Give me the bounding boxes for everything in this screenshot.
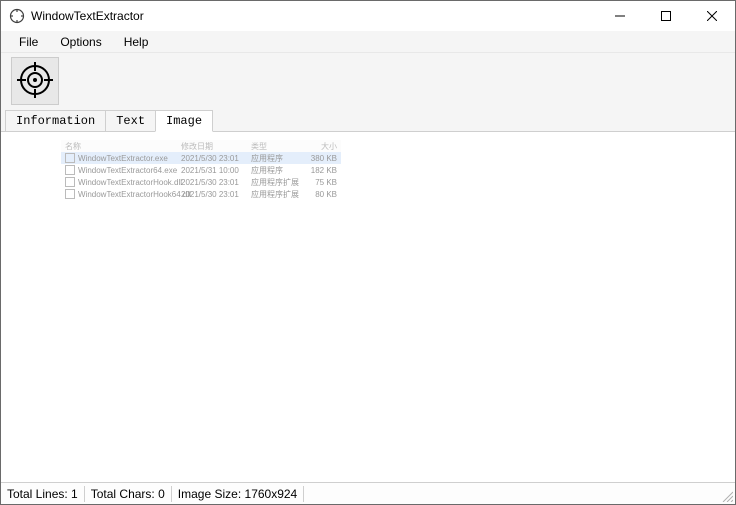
captured-row: WindowTextExtractorHook.dll2021/5/30 23:… bbox=[61, 176, 341, 188]
file-name-text: WindowTextExtractorHook.dll bbox=[78, 178, 182, 187]
window-title: WindowTextExtractor bbox=[31, 9, 144, 23]
status-image-size-label: Image Size: bbox=[178, 487, 241, 501]
captured-row: WindowTextExtractorHook64.dll2021/5/30 2… bbox=[61, 188, 341, 200]
captured-header: 名称 修改日期 类型 大小 bbox=[61, 140, 341, 152]
tab-strip: Information Text Image bbox=[1, 109, 735, 131]
file-name: WindowTextExtractorHook64.dll bbox=[61, 189, 181, 199]
resize-grip[interactable] bbox=[721, 490, 733, 502]
file-type: 应用程序 bbox=[251, 165, 301, 176]
col-header-size: 大小 bbox=[301, 141, 341, 152]
file-name-text: WindowTextExtractor64.exe bbox=[78, 166, 177, 175]
target-icon bbox=[17, 62, 53, 101]
col-header-date: 修改日期 bbox=[181, 141, 251, 152]
file-type: 应用程序扩展 bbox=[251, 189, 301, 200]
status-total-lines-value: 1 bbox=[71, 487, 78, 501]
maximize-button[interactable] bbox=[643, 1, 689, 31]
menu-help[interactable]: Help bbox=[114, 32, 159, 52]
app-icon bbox=[9, 8, 25, 24]
file-icon bbox=[65, 177, 75, 187]
file-name-text: WindowTextExtractor.exe bbox=[78, 154, 168, 163]
file-size: 80 KB bbox=[301, 190, 341, 199]
status-image-size-value: 1760x924 bbox=[245, 487, 298, 501]
close-button[interactable] bbox=[689, 1, 735, 31]
status-total-chars-value: 0 bbox=[158, 487, 165, 501]
minimize-button[interactable] bbox=[597, 1, 643, 31]
status-total-lines: Total Lines: 1 bbox=[7, 486, 85, 502]
menubar: File Options Help bbox=[1, 31, 735, 53]
file-icon bbox=[65, 165, 75, 175]
captured-row: WindowTextExtractor64.exe 2021/5/31 10:00… bbox=[61, 164, 341, 176]
file-name: WindowTextExtractor.exe bbox=[61, 153, 181, 163]
tab-text[interactable]: Text bbox=[105, 110, 156, 131]
file-name-text: WindowTextExtractorHook64.dll bbox=[78, 190, 191, 199]
file-date: 2021/5/30 23:01 bbox=[181, 190, 251, 199]
statusbar: Total Lines: 1 Total Chars: 0 Image Size… bbox=[1, 482, 735, 504]
file-type: 应用程序扩展 bbox=[251, 177, 301, 188]
status-total-lines-label: Total Lines: bbox=[7, 487, 68, 501]
file-size: 380 KB bbox=[301, 154, 341, 163]
file-name: WindowTextExtractorHook.dll bbox=[61, 177, 181, 187]
status-total-chars-label: Total Chars: bbox=[91, 487, 155, 501]
content-area: 名称 修改日期 类型 大小 WindowTextExtractor.exe 202… bbox=[1, 131, 735, 482]
titlebar: WindowTextExtractor bbox=[1, 1, 735, 31]
window-controls bbox=[597, 1, 735, 31]
col-header-type: 类型 bbox=[251, 141, 301, 152]
file-date: 2021/5/30 23:01 bbox=[181, 154, 251, 163]
file-icon bbox=[65, 189, 75, 199]
status-image-size: Image Size: 1760x924 bbox=[172, 486, 304, 502]
tab-information[interactable]: Information bbox=[5, 110, 106, 131]
menu-file[interactable]: File bbox=[9, 32, 48, 52]
menu-options[interactable]: Options bbox=[50, 32, 111, 52]
file-size: 75 KB bbox=[301, 178, 341, 187]
file-date: 2021/5/30 23:01 bbox=[181, 178, 251, 187]
file-size: 182 KB bbox=[301, 166, 341, 175]
toolbar bbox=[1, 53, 735, 109]
file-date: 2021/5/31 10:00 bbox=[181, 166, 251, 175]
tab-image[interactable]: Image bbox=[155, 110, 213, 132]
captured-image: 名称 修改日期 类型 大小 WindowTextExtractor.exe 202… bbox=[61, 140, 341, 200]
captured-row: WindowTextExtractor.exe 2021/5/30 23:01应用… bbox=[61, 152, 341, 164]
status-total-chars: Total Chars: 0 bbox=[85, 486, 172, 502]
target-finder-button[interactable] bbox=[11, 57, 59, 105]
file-icon bbox=[65, 153, 75, 163]
file-name: WindowTextExtractor64.exe bbox=[61, 165, 181, 175]
file-type: 应用程序 bbox=[251, 153, 301, 164]
col-header-name: 名称 bbox=[61, 141, 181, 152]
